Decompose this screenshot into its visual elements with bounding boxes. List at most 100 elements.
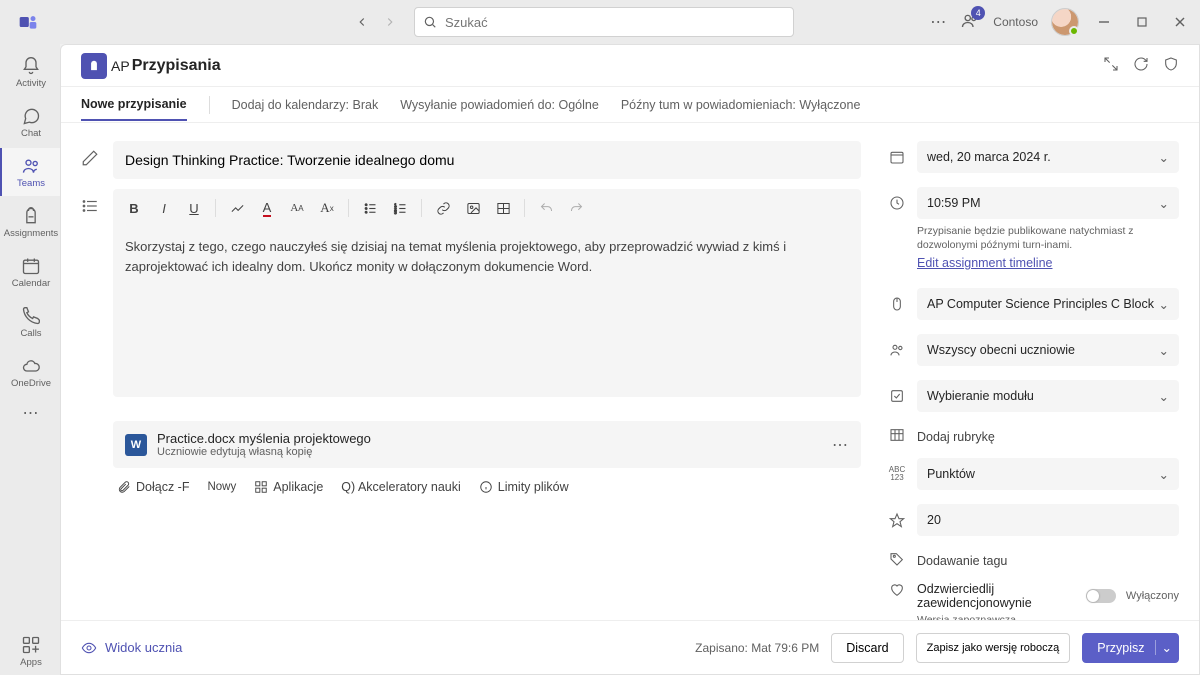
pencil-icon xyxy=(79,147,101,169)
redo-button[interactable] xyxy=(563,195,589,221)
chat-icon xyxy=(21,106,41,126)
edit-timeline-link[interactable]: Edit assignment timeline xyxy=(917,252,1052,270)
refresh-icon[interactable] xyxy=(1133,56,1149,75)
ul-button[interactable] xyxy=(357,195,383,221)
grade-icon: ABC123 xyxy=(887,466,907,482)
app-rail: Activity Chat Teams Assignments Calendar… xyxy=(0,44,60,675)
collapse-icon[interactable] xyxy=(1103,56,1119,75)
table-button[interactable] xyxy=(490,195,516,221)
rail-calendar[interactable]: Calendar xyxy=(0,248,60,296)
assign-chevron-icon[interactable]: ⌄ xyxy=(1155,640,1172,655)
calendar-icon xyxy=(21,256,41,276)
list-icon xyxy=(79,195,101,217)
filelimits-action[interactable]: Limity plików xyxy=(479,480,569,494)
underline-button[interactable]: U xyxy=(181,195,207,221)
forward-button[interactable] xyxy=(378,10,402,34)
minimize-button[interactable] xyxy=(1092,10,1116,34)
assignment-title-input[interactable] xyxy=(113,141,861,179)
ol-button[interactable]: 123 xyxy=(387,195,413,221)
eye-icon xyxy=(81,640,97,656)
rail-teams[interactable]: Teams xyxy=(0,148,60,196)
tabs-row: Nowe przypisanie Dodaj do kalendarzy: Br… xyxy=(61,87,1199,123)
rail-onedrive[interactable]: OneDrive xyxy=(0,348,60,396)
class-select[interactable]: AP Computer Science Principles C Block⌄ xyxy=(917,288,1179,320)
back-button[interactable] xyxy=(350,10,374,34)
app-prefix: AP xyxy=(111,58,130,74)
rail-activity[interactable]: Activity xyxy=(0,48,60,96)
bell-icon xyxy=(21,56,41,76)
meta-calendar[interactable]: Dodaj do kalendarzy: Brak xyxy=(232,98,379,112)
apps-action[interactable]: Aplikacje xyxy=(254,480,323,494)
people-small-icon xyxy=(887,342,907,358)
gradetype-select[interactable]: Punktów⌄ xyxy=(917,458,1179,490)
assignments-app-icon xyxy=(81,53,107,79)
close-button[interactable] xyxy=(1168,10,1192,34)
search-box[interactable] xyxy=(414,7,794,37)
module-select[interactable]: Wybieranie modułu⌄ xyxy=(917,380,1179,412)
attach-action[interactable]: Dołącz -F xyxy=(117,480,189,494)
shield-icon[interactable] xyxy=(1163,56,1179,75)
add-tag-link[interactable]: Dodawanie tagu xyxy=(917,550,1179,568)
fontcolor-button[interactable]: A xyxy=(254,195,280,221)
reflect-label: Odzwierciedlij zaewidencjonowynie xyxy=(917,582,1076,610)
discard-button[interactable]: Discard xyxy=(831,633,903,663)
attachment-name: Practice.docx myślenia projektowego xyxy=(157,431,371,446)
rail-assignments[interactable]: Assignments xyxy=(0,198,60,246)
cloud-icon xyxy=(21,356,41,376)
meta-notify[interactable]: Wysyłanie powiadomień do: Ogólne xyxy=(400,98,599,112)
meta-late[interactable]: Późny tum w powiadomieniach: Wyłączone xyxy=(621,98,861,112)
rail-more[interactable]: ⋯ xyxy=(0,398,60,428)
rail-chat[interactable]: Chat xyxy=(0,98,60,146)
save-draft-button[interactable]: Zapisz jako wersję roboczą xyxy=(916,633,1071,663)
search-icon xyxy=(423,15,437,29)
due-date-select[interactable]: wed, 20 marca 2024 r.⌄ xyxy=(917,141,1179,173)
due-time-select[interactable]: 10:59 PM⌄ xyxy=(917,187,1179,219)
calendar-small-icon xyxy=(887,149,907,165)
rail-apps[interactable]: Apps xyxy=(0,627,60,675)
org-name: Contoso xyxy=(993,15,1038,29)
students-select[interactable]: Wszyscy obecni uczniowie⌄ xyxy=(917,334,1179,366)
tag-icon xyxy=(887,551,907,567)
footer-bar: Widok ucznia Zapisano: Mat 79:6 PM Disca… xyxy=(61,620,1199,674)
backpack-icon xyxy=(21,206,41,226)
user-avatar[interactable] xyxy=(1052,9,1078,35)
maximize-button[interactable] xyxy=(1130,10,1154,34)
student-view-button[interactable]: Widok ucznia xyxy=(81,640,182,656)
highlight-button[interactable] xyxy=(224,195,250,221)
fontsize-button[interactable]: AA xyxy=(284,195,310,221)
attachment-sub: Uczniowie edytują własną kopię xyxy=(157,446,371,458)
instructions-editor[interactable]: Skorzystaj z tego, czego nauczyłeś się d… xyxy=(113,227,861,397)
people-button[interactable]: 4 xyxy=(961,12,979,33)
add-rubric-link[interactable]: Dodaj rubrykę xyxy=(917,426,1179,444)
new-badge: Nowy xyxy=(207,481,236,493)
info-icon xyxy=(479,480,493,494)
teams-logo-icon xyxy=(14,8,42,36)
main-surface: AP Przypisania Nowe przypisanie Dodaj do… xyxy=(60,44,1200,675)
rail-calls[interactable]: Calls xyxy=(0,298,60,346)
accelerators-action[interactable]: Q) Akceleratory nauki xyxy=(341,480,461,494)
clearformat-button[interactable]: Ax xyxy=(314,195,340,221)
attachment-more[interactable]: ⋯ xyxy=(832,435,849,455)
search-input[interactable] xyxy=(445,15,785,30)
assign-button[interactable]: Przypisz ⌄ xyxy=(1082,633,1179,663)
bold-button[interactable]: B xyxy=(121,195,147,221)
points-input[interactable]: 20 xyxy=(917,504,1179,536)
history-nav xyxy=(350,10,402,34)
tab-new-assignment[interactable]: Nowe przypisanie xyxy=(81,89,187,121)
rubric-icon xyxy=(887,427,907,443)
reflect-toggle[interactable] xyxy=(1086,589,1116,603)
link-button[interactable] xyxy=(430,195,456,221)
attachment-card[interactable]: W Practice.docx myślenia projektowego Uc… xyxy=(113,421,861,468)
publish-helper: Przypisanie będzie publikowane natychmia… xyxy=(917,225,1179,252)
editor-toolbar: B I U A AA Ax 123 xyxy=(113,189,861,227)
undo-button[interactable] xyxy=(533,195,559,221)
image-button[interactable] xyxy=(460,195,486,221)
italic-button[interactable]: I xyxy=(151,195,177,221)
paperclip-icon xyxy=(117,480,131,494)
presence-icon xyxy=(1069,26,1079,36)
toggle-state: Wyłączony xyxy=(1126,590,1179,602)
module-icon xyxy=(887,388,907,404)
more-menu[interactable]: ⋯ xyxy=(930,12,947,32)
app-header: AP Przypisania xyxy=(61,45,1199,87)
title-bar: ⋯ 4 Contoso xyxy=(0,0,1200,44)
